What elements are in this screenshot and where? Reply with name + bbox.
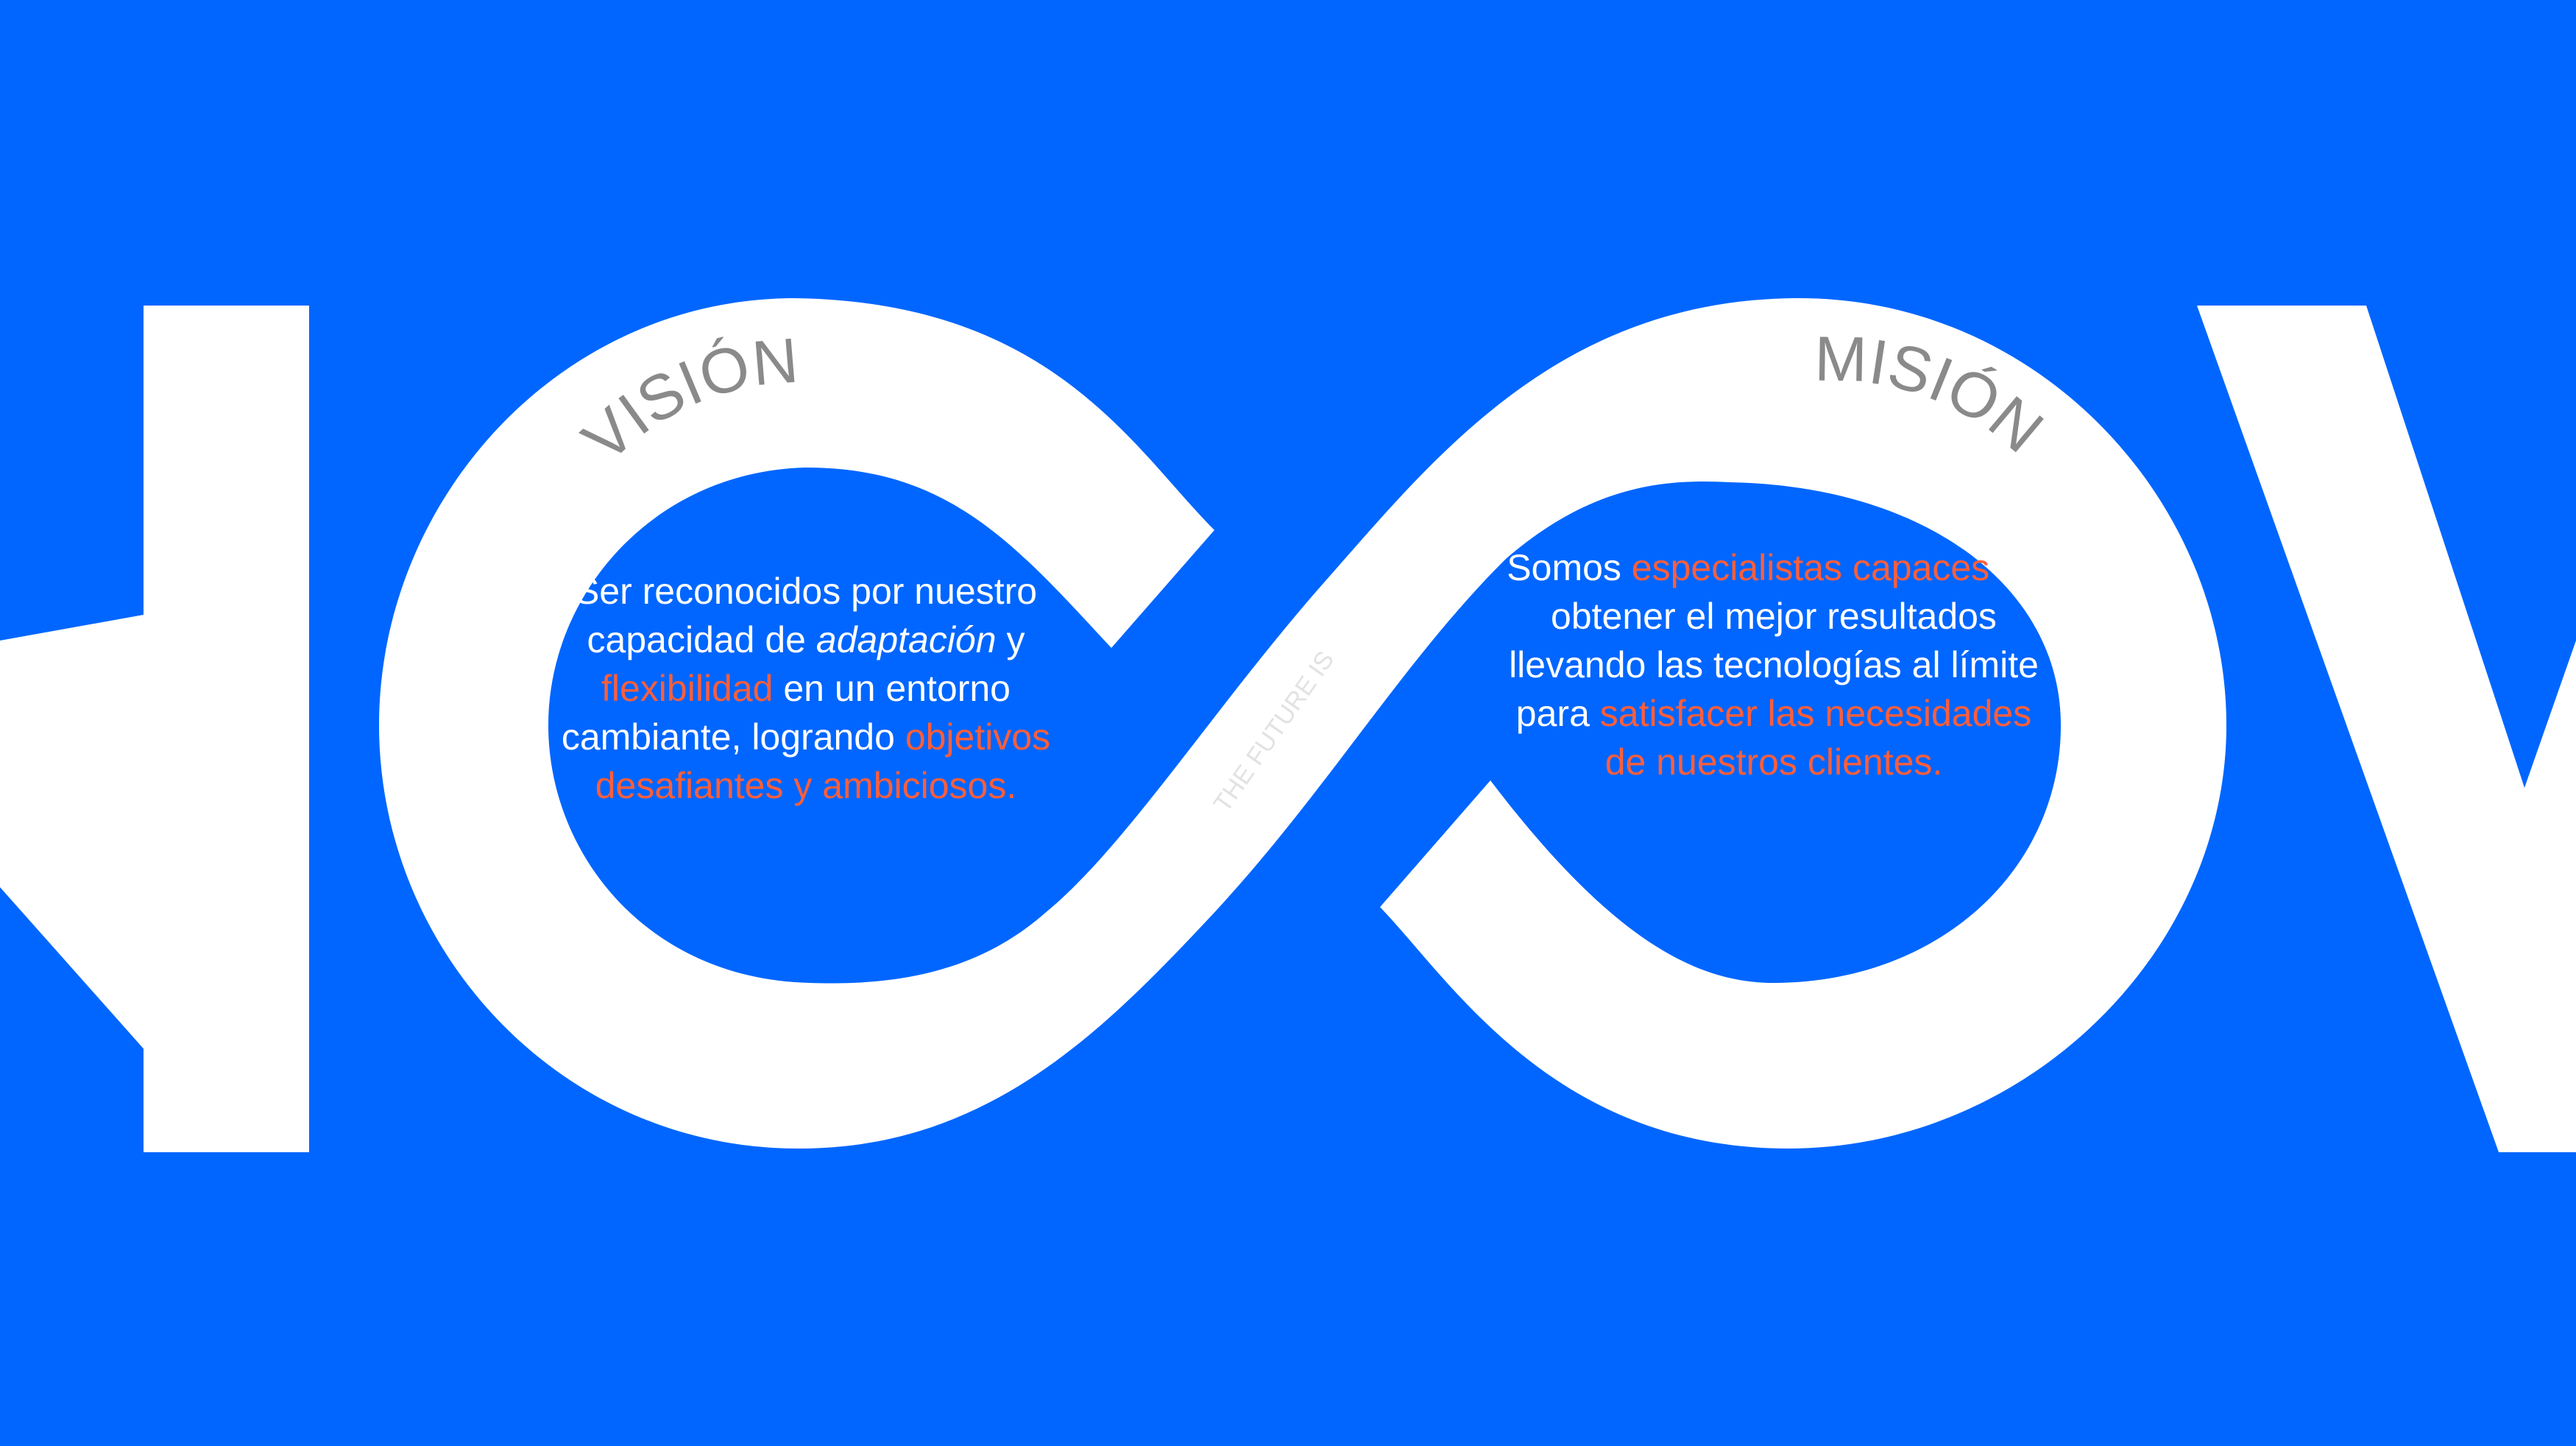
vision-text-part: y [996,619,1025,660]
mission-text-highlight: satisfacer las necesidades de nuestros c… [1599,693,2032,783]
letter-n-shape [0,306,309,1152]
vision-text-emphasis: adaptación [815,619,997,660]
nowo-infinity-logo: VISIÓN MISIÓN THE FUTURE IS [0,298,2576,1152]
mission-text-highlight: especialistas capaces [1631,547,1990,588]
vision-statement: Ser reconocidos por nuestro capacidad de… [556,567,1056,810]
letter-w-shape [2197,306,2576,1152]
vision-text-highlight: flexibilidad [601,668,774,709]
mission-text-part: Somos [1507,547,1632,588]
mission-statement: Somos especialistas capaces de obtener e… [1501,543,2046,786]
slide-canvas: VISIÓN MISIÓN THE FUTURE IS Ser reconoci… [0,0,2576,1446]
